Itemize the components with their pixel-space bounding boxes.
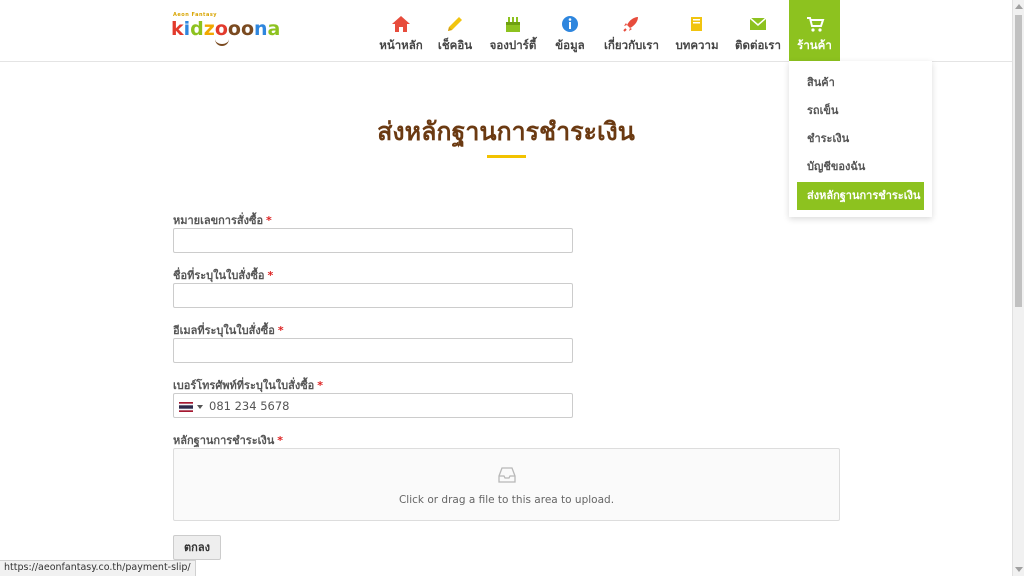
info-icon <box>562 16 578 32</box>
phone-placeholder: 081 234 5678 <box>209 399 290 413</box>
nav-item-party[interactable]: จองปาร์ตี้ <box>487 0 539 61</box>
cake-icon <box>506 17 520 32</box>
order-number-input[interactable] <box>173 228 573 253</box>
phone-label: เบอร์โทรศัพท์ที่ระบุในใบสั่งซื้อ * <box>173 379 324 392</box>
site-header: Aeon Fantasy kidzooona หน้าหลัก เช็คอิน … <box>0 0 1012 62</box>
email-input[interactable] <box>173 338 573 363</box>
envelope-icon <box>749 17 767 30</box>
required-mark: * <box>267 269 274 282</box>
dropdown-item-my-account[interactable]: บัญชีของฉัน <box>797 154 924 180</box>
logo-smile <box>215 38 229 46</box>
submit-button[interactable]: ตกลง <box>173 535 221 560</box>
nav-label: เช็คอิน <box>437 38 473 52</box>
nav-label: ติดต่อเรา <box>735 38 781 52</box>
book-icon <box>691 17 702 31</box>
phone-input[interactable]: 081 234 5678 <box>173 393 573 418</box>
pencil-icon <box>448 17 462 31</box>
page-title: ส่งหลักฐานการชำระเงิน <box>377 117 635 146</box>
payment-proof-label: หลักฐานการชำระเงิน * <box>173 434 284 447</box>
country-dropdown-caret-icon[interactable] <box>197 405 203 409</box>
nav-item-about[interactable]: เกี่ยวกับเรา <box>604 0 659 61</box>
nav-item-checkin[interactable]: เช็คอิน <box>434 0 476 61</box>
nav-item-shop[interactable]: ร้านค้า <box>789 0 840 61</box>
nav-label: จองปาร์ตี้ <box>489 38 537 52</box>
scrollbar-thumb[interactable] <box>1015 15 1022 307</box>
order-name-input[interactable] <box>173 283 573 308</box>
status-bar-url: https://aeonfantasy.co.th/payment-slip/ <box>0 560 196 576</box>
nav-item-home[interactable]: หน้าหลัก <box>378 0 424 61</box>
email-label: อีเมลที่ระบุในใบสั่งซื้อ * <box>173 324 284 337</box>
inbox-upload-icon <box>498 467 516 483</box>
title-underline <box>487 155 526 158</box>
logo-wordmark: kidzooona <box>171 18 281 40</box>
dropdown-item-payment-proof[interactable]: ส่งหลักฐานการชำระเงิน <box>797 182 924 210</box>
required-mark: * <box>277 324 284 337</box>
required-mark: * <box>317 379 324 392</box>
nav-label: บทความ <box>675 38 719 52</box>
nav-item-contact[interactable]: ติดต่อเรา <box>733 0 783 61</box>
nav-label: ร้านค้า <box>797 38 832 52</box>
upload-instructions: Click or drag a file to this area to upl… <box>398 494 615 506</box>
nav-label: ข้อมูล <box>555 38 585 52</box>
kidzoona-logo[interactable]: Aeon Fantasy kidzooona <box>171 12 280 46</box>
home-icon <box>392 16 410 32</box>
order-number-label: หมายเลขการสั่งซื้อ * <box>173 214 272 227</box>
required-mark: * <box>266 214 272 227</box>
order-name-label: ชื่อที่ระบุในใบสั่งซื้อ * <box>173 269 274 282</box>
nav-item-articles[interactable]: บทความ <box>674 0 720 61</box>
scroll-up-arrow-icon[interactable] <box>1015 4 1023 9</box>
file-upload-dropzone[interactable]: Click or drag a file to this area to upl… <box>173 448 840 521</box>
rocket-icon <box>623 17 638 32</box>
required-mark: * <box>277 434 284 447</box>
nav-item-info[interactable]: ข้อมูล <box>552 0 588 61</box>
nav-label: เกี่ยวกับเรา <box>604 38 659 52</box>
nav-label: หน้าหลัก <box>379 38 423 52</box>
dropdown-item-products[interactable]: สินค้า <box>797 70 924 96</box>
thailand-flag-icon[interactable] <box>179 402 193 412</box>
vertical-scrollbar[interactable] <box>1012 0 1024 576</box>
scroll-down-arrow-icon[interactable] <box>1015 567 1023 572</box>
cart-icon <box>806 17 824 32</box>
